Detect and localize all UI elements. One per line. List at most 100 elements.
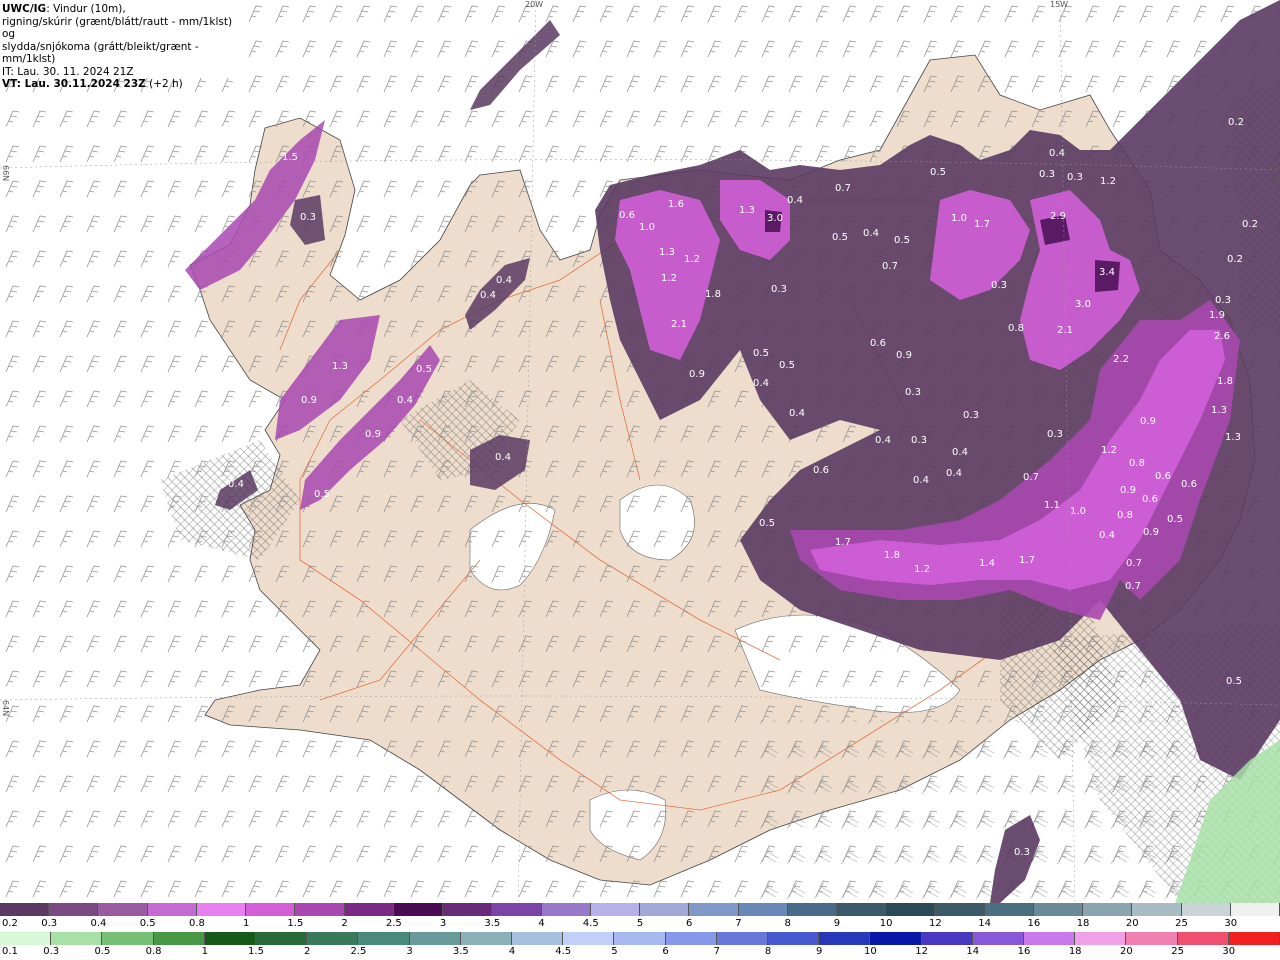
precip-value-label: 0.4	[946, 468, 962, 479]
legend-swatch	[147, 903, 197, 916]
precip-value-label: 0.5	[314, 489, 330, 500]
precip-value-label: 0.5	[759, 518, 775, 529]
legend-label: 5	[636, 918, 644, 929]
precip-value-label: 0.3	[1067, 172, 1083, 183]
legend-label: 9	[816, 946, 823, 957]
legend-label: 3.5	[452, 946, 469, 957]
precip-value-label: 0.9	[1143, 527, 1159, 538]
legend-label: 25	[1171, 946, 1184, 957]
precip-value-label: 0.2	[1242, 219, 1258, 230]
header-line3: slydda/snjókoma (grátt/bleikt/grænt - mm…	[2, 40, 199, 66]
legend-label: 30	[1224, 918, 1238, 929]
precip-value-label: 1.5	[282, 152, 298, 163]
legend-swatch	[787, 903, 837, 916]
legend-label: 2	[304, 946, 311, 957]
legend-swatch	[921, 932, 973, 945]
legend-swatch	[460, 932, 513, 945]
legend-swatch	[512, 932, 564, 945]
precip-value-label: 0.4	[1049, 148, 1065, 159]
legend-swatch	[836, 903, 887, 916]
precip-value-label: 0.9	[301, 395, 317, 406]
legend-label: 5	[611, 946, 618, 957]
legend-label: 14	[978, 918, 991, 929]
model-name: UWC/IG	[2, 3, 47, 15]
legend-swatch	[1126, 932, 1178, 945]
legend-label: 18	[1076, 918, 1090, 929]
precip-value-label: 0.3	[963, 410, 979, 421]
precip-value-label: 0.9	[896, 350, 912, 361]
legend-label: 0.5	[94, 946, 111, 957]
legend-label: 10	[864, 946, 877, 957]
precip-value-label: 0.5	[779, 360, 795, 371]
legend-label: 20	[1120, 946, 1133, 957]
precip-value-label: 0.5	[930, 167, 946, 178]
legend-label: 4	[538, 918, 545, 929]
legend-swatch	[153, 932, 205, 945]
legend-label: 0.2	[2, 918, 18, 929]
precip-value-label: 1.7	[835, 537, 851, 548]
legend-label: 12	[929, 918, 942, 929]
legend-swatch	[307, 932, 359, 945]
precip-value-label: 1.1	[1044, 500, 1060, 511]
legend-swatch	[614, 932, 666, 945]
legend-label: 6	[686, 918, 693, 929]
precip-value-label: 0.3	[352, 233, 368, 244]
legend-swatch	[590, 903, 641, 916]
precip-value-label: 0.3	[300, 212, 316, 223]
map-header: UWC/IG: Vindur (10m), rigning/skúrir (gr…	[0, 0, 240, 90]
legend-label: 0.4	[90, 918, 107, 929]
precip-value-label: 1.0	[1070, 506, 1086, 517]
precip-value-label: 0.3	[1014, 847, 1030, 858]
precip-value-label: 0.2	[1228, 117, 1244, 128]
precip-value-label: 0.4	[228, 479, 244, 490]
legend-label: 0.8	[188, 918, 205, 929]
precip-value-label: 0.4	[496, 275, 512, 286]
legend-swatch	[0, 903, 50, 916]
legend-swatch	[98, 903, 148, 916]
precip-value-label: 1.3	[1225, 432, 1241, 443]
precip-value-label: 2.9	[1050, 211, 1066, 222]
precip-value-label: 0.9	[365, 429, 381, 440]
precip-value-label: 0.4	[1099, 530, 1115, 541]
legend-label: 0.8	[145, 946, 162, 957]
legend-label: 14	[966, 946, 980, 957]
legend-swatch	[196, 903, 247, 916]
precip-value-label: 1.7	[974, 219, 990, 230]
header-line1: : Vindur (10m),	[46, 3, 126, 15]
precip-value-label: 0.7	[1125, 581, 1141, 592]
legend-swatch	[1132, 903, 1182, 916]
legend-label: 0.1	[2, 946, 18, 957]
precip-value-label: 0.7	[882, 261, 898, 272]
precip-value-label: 3.0	[767, 213, 783, 224]
legend-swatch	[443, 903, 493, 916]
precip-value-label: 0.3	[911, 435, 927, 446]
precip-value-label: 0.4	[875, 435, 891, 446]
legend-swatch	[1177, 932, 1229, 945]
legend-label: 1	[242, 918, 250, 929]
wind-barbs-sea-south	[760, 720, 1180, 903]
legend-label: 1	[201, 946, 208, 957]
latitude-label-65n: 65N	[1270, 165, 1279, 182]
precip-value-label: 0.6	[813, 465, 829, 476]
precip-value-label: 0.4	[397, 395, 413, 406]
header-line2: rigning/skúrir (grænt/blátt/rautt - mm/1…	[2, 15, 233, 41]
precip-value-label: 0.4	[480, 290, 496, 301]
legend-swatch	[984, 903, 1034, 916]
precip-value-label: 1.8	[884, 550, 900, 561]
legend-swatch	[768, 932, 820, 945]
legend-swatch	[358, 932, 410, 945]
precip-value-label: 0.3	[1039, 169, 1055, 180]
precip-value-label: 0.5	[416, 364, 432, 375]
precip-value-label: 0.2	[1227, 254, 1243, 265]
precip-value-label: 0.3	[905, 387, 921, 398]
legend-label: 2	[341, 918, 348, 929]
precip-value-label: 0.4	[863, 228, 879, 239]
longitude-label-15w: 15W	[1050, 0, 1069, 9]
legend-swatch	[819, 932, 871, 945]
precip-value-label: 0.8	[1129, 458, 1145, 469]
precip-value-label: 0.3	[1215, 295, 1231, 306]
precip-value-label: 1.2	[914, 564, 930, 575]
precip-value-label: 0.8	[1117, 510, 1133, 521]
legend-label: 1.5	[248, 946, 264, 957]
legend-swatch	[256, 932, 308, 945]
